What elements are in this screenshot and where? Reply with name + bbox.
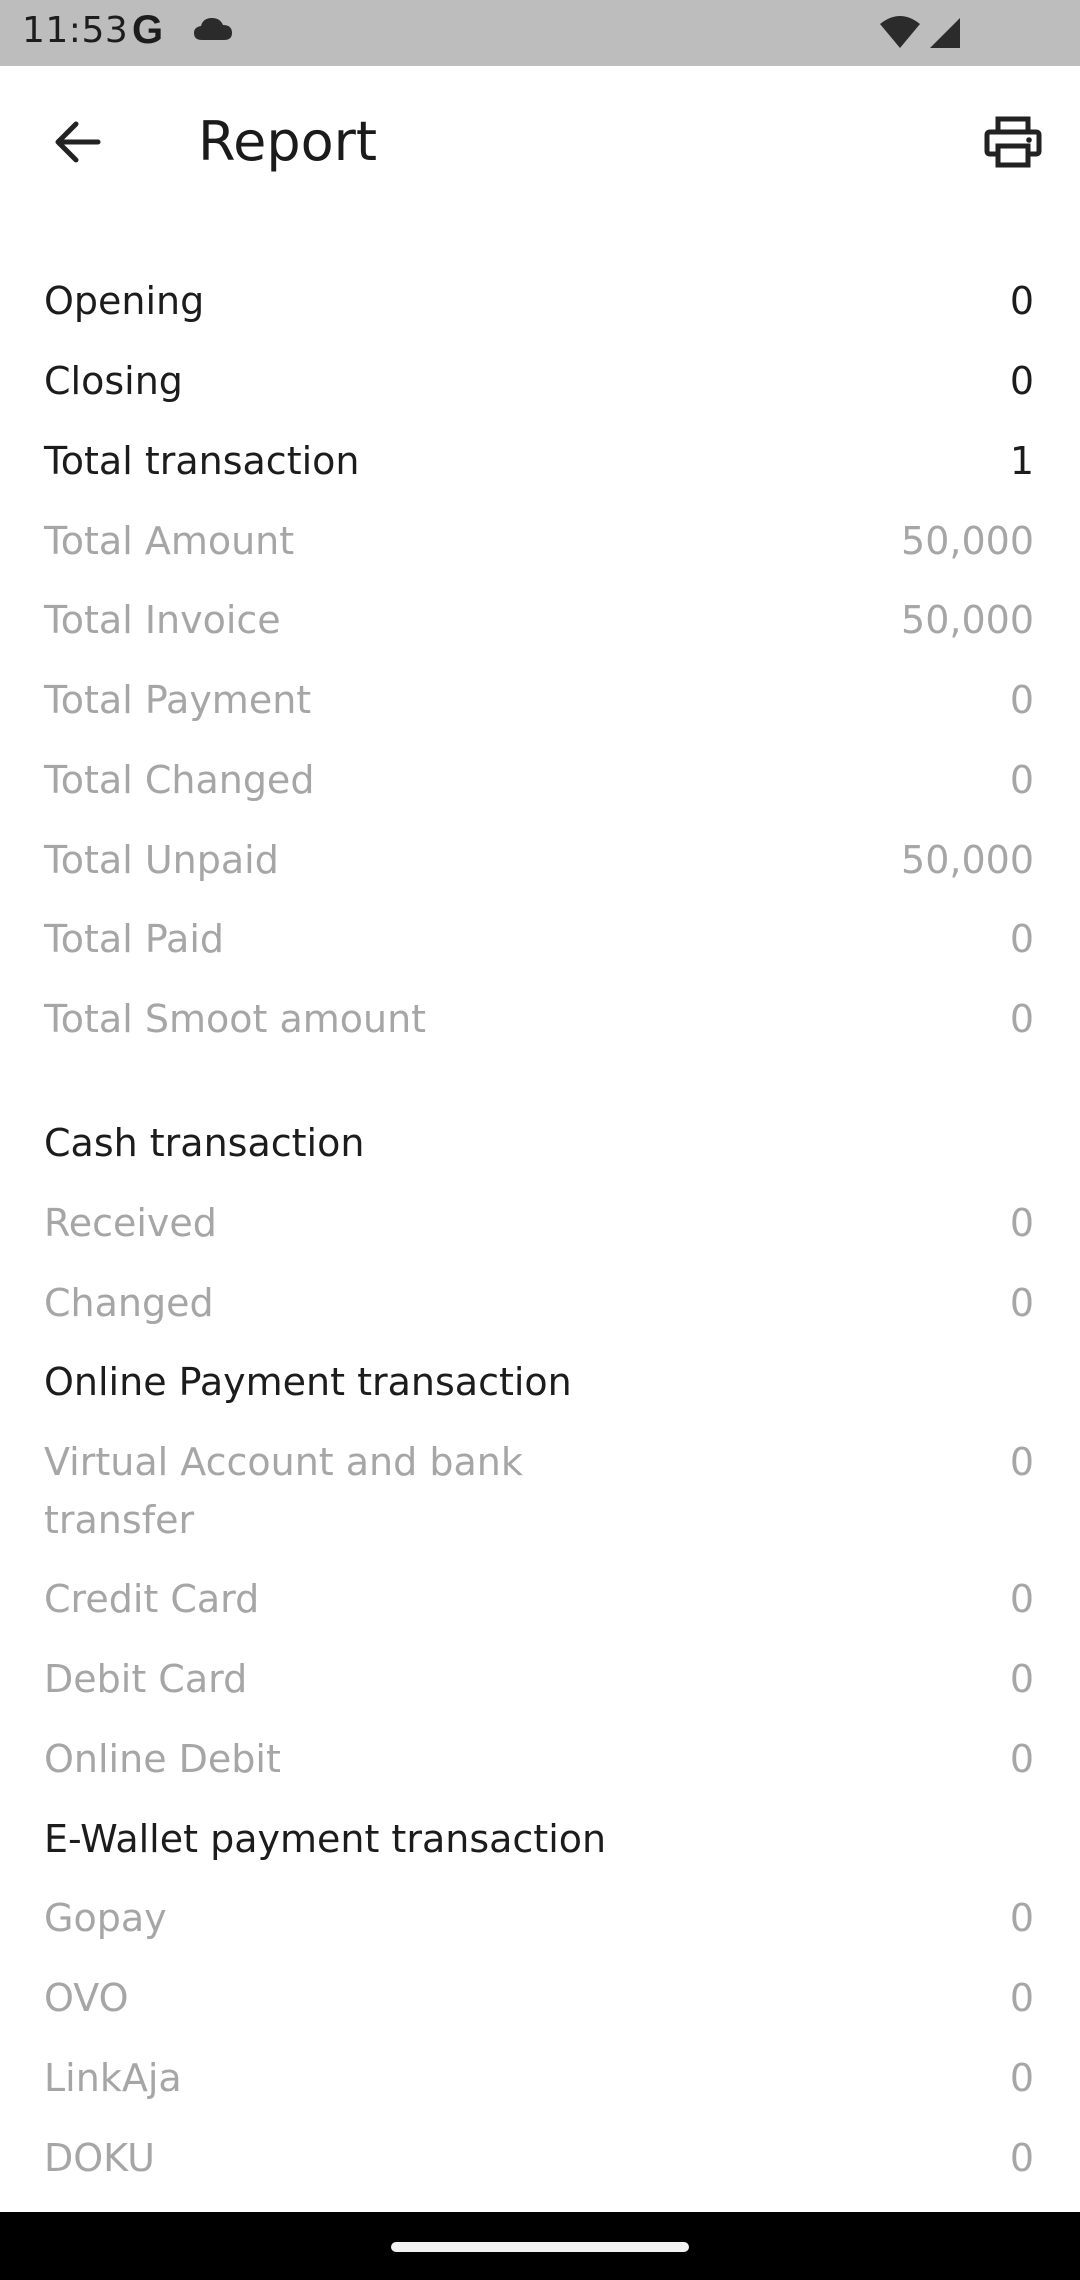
status-time: 11:53 bbox=[22, 10, 129, 51]
row-value: 50,000 bbox=[901, 598, 1034, 642]
row-value: 50,000 bbox=[901, 519, 1034, 563]
row-label: Total transaction bbox=[44, 439, 360, 483]
page-title: Report bbox=[198, 110, 378, 173]
section-title-ewallet: E-Wallet payment transaction bbox=[44, 1817, 607, 1861]
row-value: 0 bbox=[1009, 1440, 1034, 1484]
summary-row-opening: Opening 0 bbox=[44, 272, 1034, 330]
row-value: 0 bbox=[1009, 758, 1034, 802]
row-value: 1 bbox=[1009, 439, 1034, 483]
row-value: 0 bbox=[1009, 2056, 1034, 2100]
row-value: 0 bbox=[1009, 1896, 1034, 1940]
status-bar: 11:53 G bbox=[0, 0, 1080, 66]
row-value: 0 bbox=[1009, 1201, 1034, 1245]
row-value: 0 bbox=[1009, 279, 1034, 323]
row-value: 0 bbox=[1009, 1657, 1034, 1701]
row-label: Virtual Account and bank transfer bbox=[44, 1440, 523, 1542]
online-row-debit-card: Debit Card 0 bbox=[44, 1650, 1034, 1708]
row-label: Online Debit bbox=[44, 1737, 281, 1781]
row-value: 0 bbox=[1009, 2136, 1034, 2180]
row-value: 0 bbox=[1009, 1737, 1034, 1781]
section-title-cash: Cash transaction bbox=[44, 1121, 365, 1165]
navigation-bar bbox=[0, 2212, 1080, 2280]
summary-row-total-transaction: Total transaction 1 bbox=[44, 432, 1034, 490]
row-label: Total Smoot amount bbox=[44, 997, 427, 1041]
row-label: Total Amount bbox=[44, 519, 295, 563]
row-label: Debit Card bbox=[44, 1657, 248, 1701]
signal-icon bbox=[930, 18, 960, 48]
ewallet-row-ovo: OVO 0 bbox=[44, 1969, 1034, 2027]
row-label: Opening bbox=[44, 279, 205, 323]
row-label: Total Payment bbox=[44, 678, 312, 722]
row-value: 0 bbox=[1009, 1281, 1034, 1325]
online-row-online-debit: Online Debit 0 bbox=[44, 1730, 1034, 1788]
print-button[interactable] bbox=[972, 110, 1054, 174]
section-title-online: Online Payment transaction bbox=[44, 1360, 572, 1404]
google-icon: G bbox=[132, 8, 164, 52]
row-label: Total Invoice bbox=[44, 598, 281, 642]
row-value: 50,000 bbox=[901, 838, 1034, 882]
summary-row-closing: Closing 0 bbox=[44, 352, 1034, 410]
summary-row-total-invoice: Total Invoice 50,000 bbox=[44, 591, 1034, 649]
row-label: Credit Card bbox=[44, 1577, 260, 1621]
summary-row-total-payment: Total Payment 0 bbox=[44, 671, 1034, 729]
row-label: DOKU bbox=[44, 2136, 155, 2180]
ewallet-row-linkaja: LinkAja 0 bbox=[44, 2049, 1034, 2107]
row-label: Total Unpaid bbox=[44, 838, 279, 882]
row-value: 0 bbox=[1009, 1976, 1034, 2020]
printer-icon bbox=[984, 116, 1042, 168]
wifi-icon bbox=[880, 16, 920, 48]
row-value: 0 bbox=[1009, 997, 1034, 1041]
row-label: OVO bbox=[44, 1976, 129, 2020]
row-value: 0 bbox=[1009, 678, 1034, 722]
online-row-credit-card: Credit Card 0 bbox=[44, 1570, 1034, 1628]
row-value: 0 bbox=[1009, 359, 1034, 403]
row-label: Total Paid bbox=[44, 917, 224, 961]
online-row-virtual-account: Virtual Account and bank transfer 0 bbox=[44, 1433, 1034, 1549]
row-label: Changed bbox=[44, 1281, 214, 1325]
summary-row-total-amount: Total Amount 50,000 bbox=[44, 512, 1034, 570]
home-gesture-handle[interactable] bbox=[391, 2242, 689, 2252]
back-button[interactable] bbox=[36, 110, 118, 174]
cash-row-received: Received 0 bbox=[44, 1194, 1034, 1252]
row-label: Received bbox=[44, 1201, 217, 1245]
row-label: Total Changed bbox=[44, 758, 315, 802]
ewallet-row-doku: DOKU 0 bbox=[44, 2129, 1034, 2187]
summary-row-total-unpaid: Total Unpaid 50,000 bbox=[44, 831, 1034, 889]
row-label: Gopay bbox=[44, 1896, 167, 1940]
row-value: 0 bbox=[1009, 917, 1034, 961]
ewallet-row-gopay: Gopay 0 bbox=[44, 1889, 1034, 1947]
row-label: LinkAja bbox=[44, 2056, 182, 2100]
arrow-back-icon bbox=[55, 121, 101, 163]
summary-row-total-paid: Total Paid 0 bbox=[44, 910, 1034, 968]
summary-row-total-changed: Total Changed 0 bbox=[44, 751, 1034, 809]
app-bar: Report bbox=[0, 66, 1080, 216]
cash-row-changed: Changed 0 bbox=[44, 1274, 1034, 1332]
row-value: 0 bbox=[1009, 1577, 1034, 1621]
cloud-icon bbox=[194, 18, 232, 40]
row-label: Closing bbox=[44, 359, 183, 403]
summary-row-total-smoot-amount: Total Smoot amount 0 bbox=[44, 990, 1034, 1048]
